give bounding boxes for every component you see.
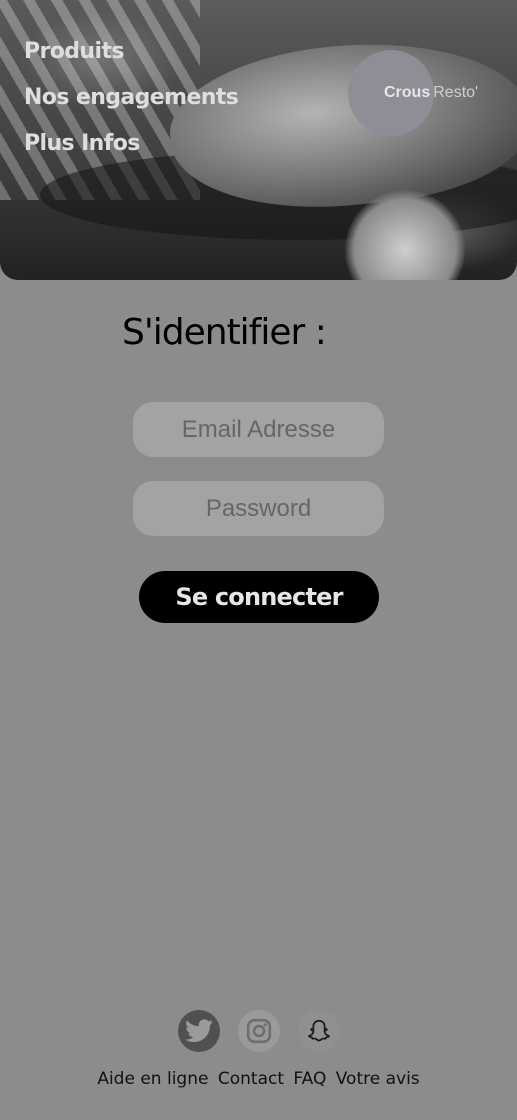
hero-image: Produits Nos engagements Plus Infos Crou… <box>0 0 517 280</box>
login-button[interactable]: Se connecter <box>139 571 379 623</box>
logo-text: Crous Resto' <box>384 84 478 102</box>
main-nav: Produits Nos engagements Plus Infos <box>24 36 239 160</box>
nav-item-produits[interactable]: Produits <box>24 36 238 68</box>
page-title: S'identifier : <box>122 312 327 353</box>
footer-link-avis[interactable]: Votre avis <box>336 1069 420 1089</box>
footer-link-contact[interactable]: Contact <box>218 1069 284 1089</box>
footer-link-faq[interactable]: FAQ <box>293 1069 326 1089</box>
email-field[interactable] <box>133 402 384 457</box>
twitter-icon[interactable] <box>177 1010 220 1052</box>
password-field[interactable] <box>133 481 384 536</box>
social-links <box>0 1010 517 1052</box>
snapchat-icon[interactable] <box>297 1010 340 1052</box>
nav-item-engagements[interactable]: Nos engagements <box>24 82 239 114</box>
footer-links: Aide en ligne Contact FAQ Votre avis <box>0 1069 517 1089</box>
nav-item-plus-infos[interactable]: Plus Infos <box>24 128 238 160</box>
logo-text-crous: Crous <box>384 84 431 101</box>
footer-link-aide[interactable]: Aide en ligne <box>97 1069 208 1089</box>
logo-text-resto: Resto' <box>433 84 479 101</box>
instagram-icon[interactable] <box>237 1010 280 1052</box>
